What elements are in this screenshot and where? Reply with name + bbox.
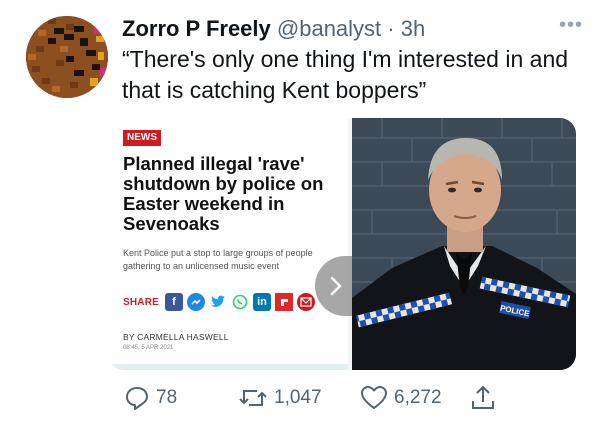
whatsapp-icon[interactable] (231, 293, 250, 311)
twitter-icon[interactable] (209, 293, 228, 311)
reply-button[interactable]: 78 (124, 380, 177, 416)
tweet-header: Zorro P Freely @banalyst · 3h (122, 12, 552, 46)
avatar[interactable] (26, 16, 108, 98)
retweet-icon (239, 390, 267, 406)
article-headline: Planned illegal 'rave' shutdown by polic… (123, 153, 324, 234)
user-handle[interactable]: @banalyst (277, 16, 381, 41)
chevron-right-icon (330, 276, 342, 296)
like-count: 6,272 (394, 387, 442, 408)
tweet-media[interactable]: NEWS Planned illegal 'rave' shutdown by … (108, 118, 576, 370)
share-row: SHARE f in (123, 292, 319, 312)
police-officer-photo[interactable]: POLICE (352, 118, 576, 370)
linkedin-icon[interactable]: in (253, 293, 272, 311)
like-button[interactable]: 6,272 (360, 380, 442, 416)
flipboard-icon[interactable] (275, 293, 294, 311)
article-dateline: 08:45, 5 APR 2021 (123, 345, 174, 351)
article-footer-strip (108, 364, 348, 370)
reply-icon (126, 387, 148, 410)
news-badge: NEWS (123, 130, 161, 146)
more-options-icon[interactable]: ••• (556, 14, 586, 40)
article-standfirst: Kent Police put a stop to large groups o… (123, 248, 313, 271)
heart-icon (361, 386, 387, 409)
messenger-icon[interactable] (187, 293, 206, 311)
tweet-text: “There's only one thing I'm interested i… (122, 46, 569, 103)
share-icon (472, 385, 494, 409)
retweet-count: 1,047 (274, 387, 322, 408)
article-byline: BY CARMELLA HASWELL (123, 332, 229, 342)
display-name[interactable]: Zorro P Freely (122, 16, 271, 41)
facebook-icon[interactable]: f (165, 293, 184, 311)
tweet-time[interactable]: 3h (401, 16, 425, 41)
tweet-actions: 78 1,047 6,272 (124, 380, 584, 416)
reply-count: 78 (156, 387, 178, 408)
article-screenshot[interactable]: NEWS Planned illegal 'rave' shutdown by … (108, 118, 348, 370)
share-label: SHARE (123, 296, 160, 308)
share-button[interactable] (470, 380, 502, 416)
separator-dot: · (387, 16, 395, 41)
retweet-button[interactable]: 1,047 (238, 380, 322, 416)
email-icon[interactable] (297, 293, 316, 311)
